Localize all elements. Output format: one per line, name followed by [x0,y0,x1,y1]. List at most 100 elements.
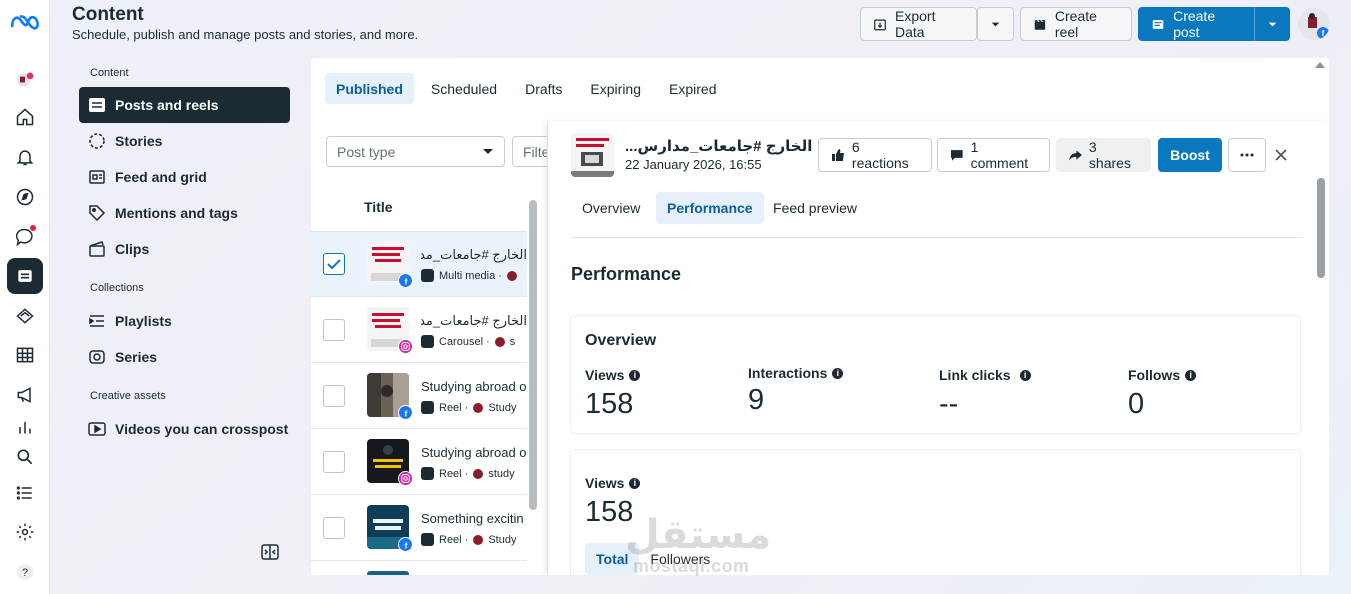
tab-published[interactable]: Published [325,73,414,104]
account-avatar[interactable]: f [1298,8,1330,40]
planner-grid-icon[interactable] [7,337,43,373]
table-row[interactable]: f Studying abroad o Reel · Study [311,364,527,429]
nav-playlists[interactable]: Playlists [79,303,290,339]
reel-icon [421,533,434,546]
table-row[interactable]: الخارج #جامعات_مدارس Carousel · s [311,298,527,363]
content-icon[interactable] [7,258,43,294]
nav-series[interactable]: Series [79,339,290,375]
close-icon[interactable] [1274,148,1288,162]
nav-videos-crosspost[interactable]: Videos you can crosspost [79,411,290,447]
help-icon[interactable]: ? [7,554,43,590]
info-icon[interactable]: i [832,367,844,379]
metric-label: Follows [1128,367,1181,383]
info-icon[interactable]: i [629,477,641,489]
segment-total[interactable]: Total [585,543,640,575]
create-reel-label: Create reel [1054,8,1097,40]
table-row[interactable]: f Something excitin Reel · Study [311,496,527,561]
multimedia-icon [421,269,434,282]
export-dropdown-button[interactable] [977,7,1014,41]
account-switcher-icon[interactable] [7,62,43,98]
info-icon[interactable]: i [1185,369,1197,381]
post-title: Studying abroad o [421,445,527,460]
home-icon[interactable] [7,99,43,135]
clapper-icon [1034,19,1046,30]
inbox-icon[interactable] [7,219,43,255]
boost-button[interactable]: Boost [1158,138,1222,172]
table-row[interactable]: Studying abroad o Reel · study [311,430,527,495]
tab-expiring[interactable]: Expiring [579,73,652,104]
overview-heading: Overview [585,332,657,349]
info-icon[interactable]: i [629,369,641,381]
create-post-dropdown-button[interactable] [1254,7,1290,41]
title-column-header[interactable]: Title [364,199,393,215]
nav-clips[interactable]: Clips [79,231,290,267]
instagram-icon [398,339,413,354]
row-checkbox[interactable] [323,385,345,407]
facebook-icon: f [398,537,413,552]
post-type-select[interactable]: Post type [326,136,505,167]
nav-label: Stories [115,133,163,149]
comments-button[interactable]: 1 comment [937,138,1050,172]
nav-stories[interactable]: Stories [79,123,290,159]
page-title: Content [72,4,144,25]
nav-mentions-and-tags[interactable]: Mentions and tags [79,195,290,231]
search-icon[interactable] [7,439,43,475]
row-checkbox[interactable] [323,319,345,341]
comments-label: 1 comment [970,139,1029,171]
posts-icon [89,98,105,112]
create-post-label: Create post [1173,8,1216,40]
performance-heading: Performance [571,264,682,284]
info-icon[interactable]: i [1019,369,1031,381]
post-meta: Carousel · s [421,335,527,348]
post-meta: Multi media · [421,269,527,282]
export-data-button[interactable]: Export Data [860,7,977,41]
tab-scheduled[interactable]: Scheduled [420,73,508,104]
clips-icon [89,241,105,257]
tab-performance[interactable]: Performance [656,192,764,224]
notifications-icon[interactable] [7,139,43,175]
status-tabs: Published Scheduled Drafts Expiring Expi… [325,73,727,104]
row-checkbox[interactable] [323,517,345,539]
reel-icon [421,401,434,414]
ads-icon[interactable] [7,298,43,334]
caret-down-icon [991,22,1000,26]
nav-label: Videos you can crosspost [115,421,289,437]
nav-posts-and-reels[interactable]: Posts and reels [79,87,290,123]
row-checkbox[interactable] [323,253,345,275]
scroll-up-arrow-icon[interactable] [1315,62,1325,68]
metric-interactions-label: Interactions i [748,365,844,381]
reactions-button[interactable]: 6 reactions [818,138,932,172]
megaphone-icon[interactable] [7,377,43,413]
tab-expired[interactable]: Expired [658,73,727,104]
views-label: Views i [585,475,641,491]
page-avatar [473,534,484,545]
more-options-button[interactable] [1228,138,1266,172]
meta-logo-icon[interactable] [9,12,41,32]
tab-overview[interactable]: Overview [571,192,651,224]
post-type: Reel · [439,533,469,546]
table-row[interactable]: f الخارج #جامعات_مدارس Multi media · [311,232,527,297]
row-checkbox[interactable] [323,451,345,473]
create-reel-button[interactable]: Create reel [1020,7,1132,41]
filter-input[interactable]: Filter [512,136,552,167]
nav-label: Playlists [115,313,172,329]
post-meta: Reel · Study [421,401,527,414]
list-scrollbar[interactable] [529,200,537,510]
compass-icon[interactable] [7,179,43,215]
post-account: Study [488,401,517,414]
tab-drafts[interactable]: Drafts [514,73,573,104]
nav-feed-and-grid[interactable]: Feed and grid [79,159,290,195]
create-post-button[interactable]: Create post [1138,7,1254,41]
all-tools-icon[interactable] [7,475,43,511]
post-title: Studying abroad o [421,379,527,394]
post-thumbnail [367,571,409,575]
insights-icon[interactable] [7,418,43,436]
settings-gear-icon[interactable] [7,514,43,550]
segment-followers[interactable]: Followers [639,543,721,575]
export-icon [874,19,886,30]
detail-scrollbar[interactable] [1317,178,1325,278]
collapse-sidebar-icon[interactable] [261,543,279,561]
metric-label: Interactions [748,365,828,381]
tab-feed-preview[interactable]: Feed preview [762,192,868,224]
shares-button[interactable]: 3 shares [1056,138,1151,172]
